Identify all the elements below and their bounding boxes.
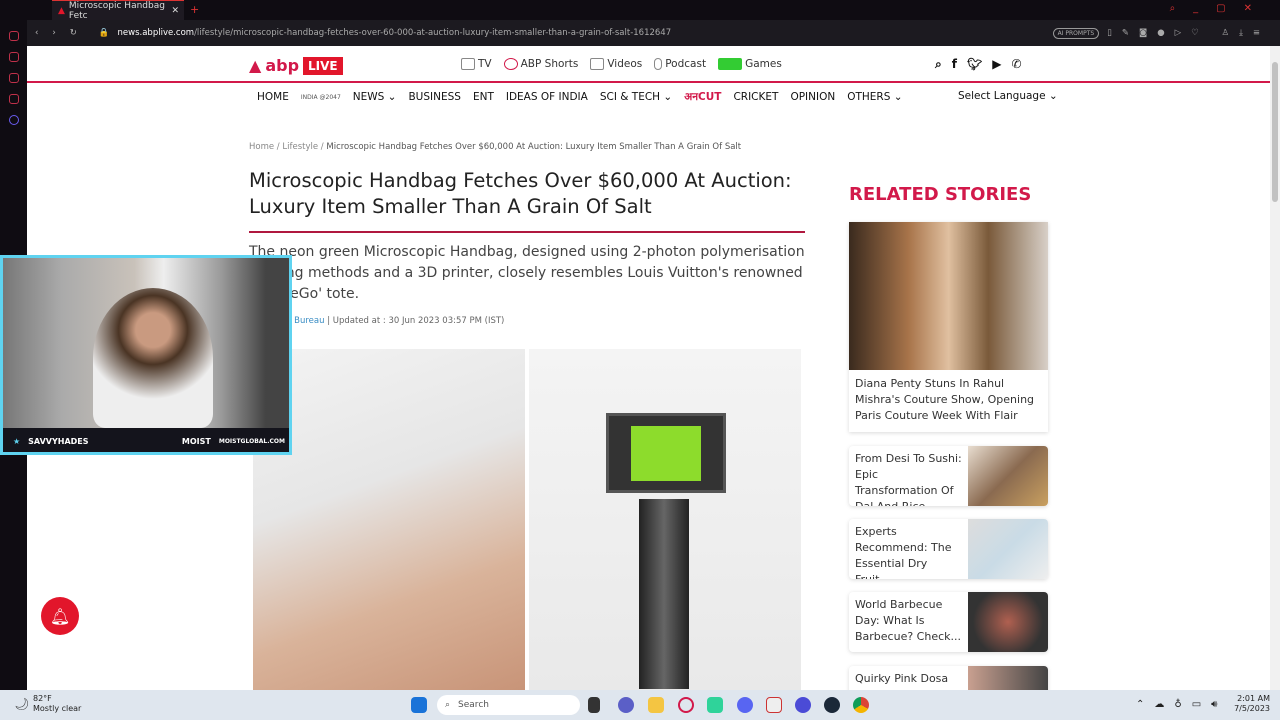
start-button[interactable] (411, 697, 427, 713)
nav-cricket[interactable]: CRICKET (733, 91, 778, 103)
sidebar-icon[interactable] (8, 52, 19, 62)
related-stories-heading: RELATED STORIES (849, 184, 1032, 205)
language-select[interactable]: Select Language ⌄ (958, 90, 1058, 102)
microscope-image (529, 349, 801, 690)
stream-info-bar: ★ SAVVYHADES MOIST MOISTGLOBAL.COM (3, 428, 289, 452)
taskbar-search[interactable]: ⌕ Search (437, 695, 580, 715)
ai-prompts-button[interactable]: AI PROMPTS (1052, 27, 1100, 39)
videos-link[interactable]: Videos (590, 58, 642, 70)
new-tab-button[interactable]: + (190, 3, 199, 16)
streamer (93, 288, 213, 428)
opera-gx-icon[interactable] (678, 697, 694, 713)
media-links: TV ABP Shorts Videos Podcast Games (461, 58, 782, 70)
nav-business[interactable]: BUSINESS (408, 91, 460, 103)
nav-opinion[interactable]: OPINION (790, 91, 835, 103)
task-view-icon[interactable] (588, 697, 600, 713)
search-icon[interactable]: ⌕ (935, 57, 942, 72)
notification-bell-button[interactable]: 🔔︎ (41, 597, 79, 635)
nav-others[interactable]: OTHERS ⌄ (847, 91, 902, 103)
active-tab[interactable]: ▲ Microscopic Handbag Fetc ✕ (52, 0, 184, 21)
breadcrumb: Home / Lifestyle / Microscopic Handbag F… (249, 142, 742, 152)
related-story-card[interactable]: World Barbecue Day: What Is Barbecue? Ch… (849, 592, 1048, 652)
youtube-icon[interactable]: ▶ (992, 57, 1001, 72)
chrome-icon[interactable] (853, 697, 869, 713)
nav-news[interactable]: NEWS ⌄ (353, 91, 397, 103)
lock-icon: 🔒 (98, 28, 110, 38)
games-link[interactable]: Games (718, 58, 782, 70)
site-header: ▲ abp LIVE TV ABP Shorts Videos Podcast Ga… (27, 46, 1270, 83)
facebook-icon[interactable]: f (952, 57, 957, 72)
article-lede: The neon green Microscopic Handbag, desi… (249, 244, 805, 302)
abp-live-logo[interactable]: ▲ abp LIVE (249, 56, 343, 75)
window-controls[interactable]: ⌕_▢✕ (1170, 3, 1270, 14)
steam-icon[interactable] (824, 697, 840, 713)
close-tab-icon[interactable]: ✕ (171, 6, 179, 16)
related-story-card[interactable]: Quirky Pink Dosa (849, 666, 1048, 690)
teams-icon[interactable] (618, 697, 634, 713)
nav-home[interactable]: HOME (257, 91, 289, 103)
app-icon[interactable] (707, 697, 723, 713)
whatsapp-icon[interactable]: ✆ (1011, 57, 1021, 72)
social-icons: ⌕ f 🐦︎ ▶ ✆ (935, 57, 1022, 72)
app-icon[interactable] (766, 697, 782, 713)
sidebar-icon[interactable] (8, 73, 19, 83)
sidebar-icon[interactable] (8, 31, 19, 41)
file-explorer-icon[interactable] (648, 697, 664, 713)
related-story-card[interactable]: From Desi To Sushi: Epic Transformation … (849, 446, 1048, 506)
abp-favicon-icon: ▲ (58, 5, 65, 16)
system-tray-icons[interactable]: ⌃☁♁▭🔊︎ (1136, 699, 1227, 710)
scrollbar[interactable] (1270, 46, 1280, 690)
sidebar-icon[interactable] (8, 94, 19, 104)
twitter-icon[interactable]: 🐦︎ (967, 57, 982, 72)
related-story-card[interactable]: Experts Recommend: The Essential Dry Fru… (849, 519, 1048, 579)
nav-ideas-of-india[interactable]: IDEAS OF INDIA (506, 91, 588, 103)
nav-india-2047[interactable]: INDIA @2047 (301, 94, 341, 101)
nav-ent[interactable]: ENT (473, 91, 494, 103)
fingertip-image (253, 349, 525, 690)
abp-shorts-link[interactable]: ABP Shorts (503, 58, 578, 70)
weather-icon: 🌙︎ (14, 697, 30, 711)
star-icon: ★ (13, 437, 21, 446)
address-bar[interactable]: ‹›↻ 🔒 news.abplive.com/lifestyle/microsc… (27, 20, 1280, 46)
story-thumbnail (968, 446, 1048, 506)
story-thumbnail (968, 666, 1048, 690)
title-divider (249, 231, 805, 233)
search-icon: ⌕ (445, 700, 451, 710)
related-story-card[interactable]: Diana Penty Stuns In Rahul Mishra's Cout… (849, 222, 1048, 432)
streamer-webcam-overlay: ★ SAVVYHADES MOIST MOISTGLOBAL.COM (0, 255, 292, 455)
article-title: Microscopic Handbag Fetches Over $60,000… (249, 169, 792, 218)
clock[interactable]: 2:01 AM 7/5/2023 (1234, 694, 1270, 714)
story-thumbnail (849, 222, 1048, 370)
article-hero-image (253, 349, 801, 690)
messenger-icon[interactable] (8, 115, 19, 125)
nav-buttons[interactable]: ‹›↻ (35, 28, 91, 38)
main-nav: HOME INDIA @2047 NEWS ⌄ BUSINESS ENT IDE… (257, 90, 903, 104)
toolbar-icons[interactable]: ▯✎◙●▷♡ ♙⤓≡ (1107, 28, 1270, 38)
story-thumbnail (968, 592, 1048, 652)
tab-bar: ▲ Microscopic Handbag Fetc ✕ + ⌕_▢✕ (0, 0, 1280, 21)
vpn-icon[interactable] (795, 697, 811, 713)
windows-taskbar: 🌙︎ 82°F Mostly clear ⌕ Search ⌃☁♁▭🔊︎ 2:01 … (0, 690, 1280, 720)
tv-link[interactable]: TV (461, 58, 492, 70)
discord-icon[interactable] (737, 697, 753, 713)
weather-widget[interactable]: 82°F Mostly clear (33, 694, 81, 714)
nav-uncut[interactable]: अनCUT (684, 90, 721, 104)
nav-sci-tech[interactable]: SCI & TECH ⌄ (600, 91, 672, 103)
story-thumbnail (968, 519, 1048, 579)
podcast-link[interactable]: Podcast (654, 58, 706, 70)
